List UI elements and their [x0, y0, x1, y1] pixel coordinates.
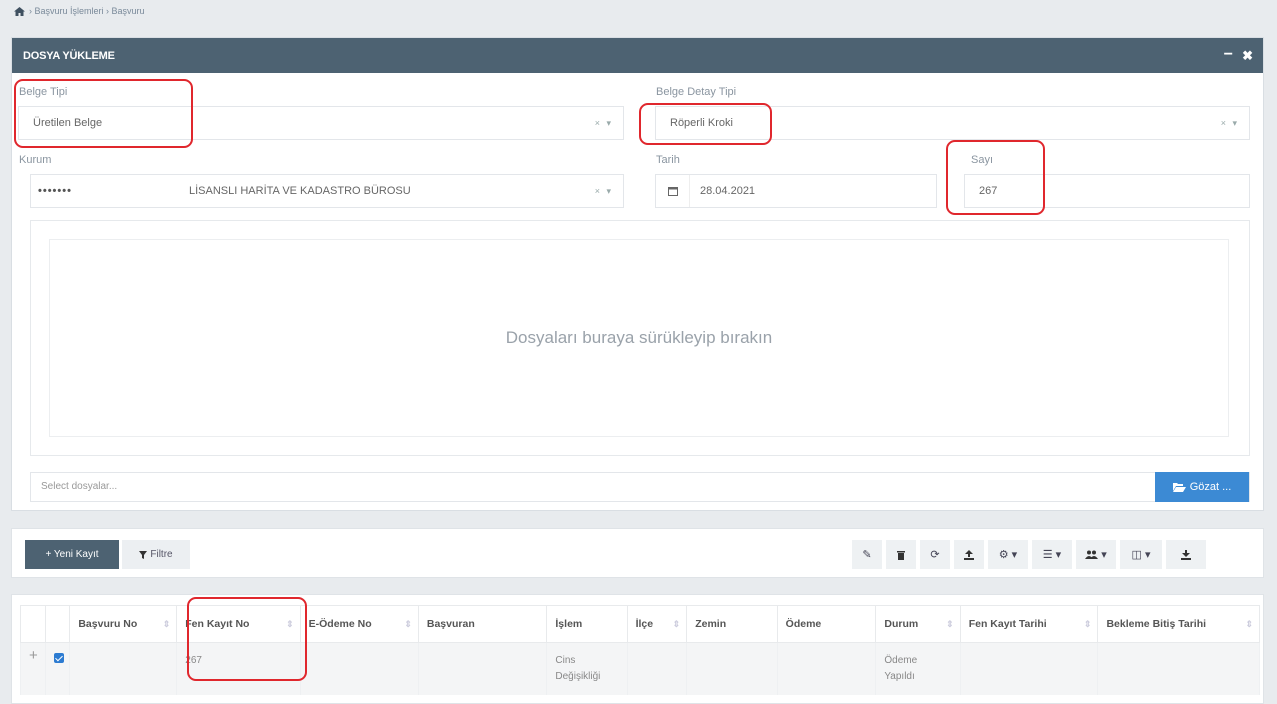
column-header[interactable]: İlçe ⇕ [626, 605, 688, 643]
tarih-input[interactable]: 28.04.2021 [655, 174, 937, 208]
columns-dropdown-icon[interactable]: ◫ ▾ [1120, 540, 1162, 569]
belge-detay-tipi-value: Röperli Kroki [670, 117, 733, 129]
records-table-container: Başvuru No ⇕ Fen Kayıt No ⇕ E-Ödeme No ⇕ Ba… [11, 594, 1264, 704]
tarih-value: 28.04.2021 [700, 185, 756, 197]
zemin-cell [686, 642, 778, 695]
column-header[interactable]: Fen Kayıt Tarihi ⇕ [959, 605, 1099, 643]
kurum-label: Kurum [19, 154, 52, 166]
file-select-placeholder: Select dosyalar... [41, 481, 118, 492]
column-header[interactable]: Başvuran [417, 605, 548, 643]
expand-row-icon[interactable]: + [20, 642, 46, 695]
kurum-value: LİSANSLI HARİTA VE KADASTRO BÜROSU [189, 185, 411, 197]
browse-button[interactable]: Gözat ... [1155, 472, 1249, 502]
dropzone[interactable]: Dosyaları buraya sürükleyip bırakın [30, 220, 1250, 456]
fen-kayit-no-cell: 267 [176, 642, 301, 695]
basvuran-cell [417, 642, 548, 695]
clear-dropdown-icon[interactable]: × ▾ [595, 118, 613, 129]
users-dropdown-icon[interactable]: ▾ [1076, 540, 1116, 569]
odeme-cell [776, 642, 877, 695]
browse-label: Gözat ... [1189, 481, 1232, 493]
column-header[interactable]: E-Ödeme No ⇕ [299, 605, 419, 643]
list-dropdown-icon[interactable]: ☰ ▾ [1032, 540, 1072, 569]
column-header[interactable]: Zemin [686, 605, 778, 643]
sayi-label: Sayı [971, 154, 994, 166]
column-header[interactable]: Durum ⇕ [875, 605, 961, 643]
belge-detay-tipi-select[interactable]: Röperli Kroki × ▾ [655, 106, 1250, 140]
breadcrumb-text[interactable]: › Başvuru İşlemleri › Başvuru [29, 6, 145, 16]
kurum-select[interactable]: ••••••• LİSANSLI HARİTA VE KADASTRO BÜRO… [30, 174, 624, 208]
clear-dropdown-icon[interactable]: × ▾ [595, 186, 613, 197]
upload-icon[interactable] [954, 540, 984, 569]
filter-button[interactable]: Filtre [122, 540, 190, 569]
fen-kayit-tarihi-cell [959, 642, 1099, 695]
pencil-icon[interactable]: ✎ [852, 540, 882, 569]
expand-col-header [20, 605, 46, 643]
records-table: Başvuru No ⇕ Fen Kayıt No ⇕ E-Ödeme No ⇕ Ba… [20, 605, 1260, 695]
tarih-label: Tarih [656, 154, 680, 166]
e-odeme-no-cell [299, 642, 419, 695]
kurum-masked-code: ••••••• [38, 185, 72, 197]
durum-cell: Ödeme Yapıldı [875, 642, 961, 695]
ilce-cell [626, 642, 688, 695]
belge-tipi-label: Belge Tipi [19, 86, 68, 98]
trash-icon[interactable] [886, 540, 916, 569]
sayi-input[interactable]: 267 [964, 174, 1250, 208]
file-select-bar[interactable]: Select dosyalar... Gözat ... [30, 472, 1250, 502]
column-header[interactable]: Başvuru No ⇕ [69, 605, 178, 643]
filter-label: Filtre [150, 549, 173, 560]
column-header[interactable]: Bekleme Bitiş Tarihi ⇕ [1097, 605, 1260, 643]
basvuru-no-cell [69, 642, 178, 695]
bekleme-bitis-tarihi-cell [1097, 642, 1260, 695]
select-col-header [44, 605, 71, 643]
close-icon[interactable]: ✖ [1242, 48, 1253, 64]
column-header[interactable]: Ödeme [776, 605, 877, 643]
grid-toolbar: + Yeni Kayıt Filtre ✎ ⟳ ⚙ ▾ ☰ ▾ ▾ ◫ ▾ [11, 528, 1264, 578]
panel-header: DOSYA YÜKLEME − ✖ [12, 38, 1263, 73]
sayi-value: 267 [979, 185, 998, 197]
belge-tipi-select[interactable]: Üretilen Belge × ▾ [18, 106, 624, 140]
file-upload-panel: DOSYA YÜKLEME − ✖ Belge Tipi Üretilen Be… [11, 37, 1264, 511]
column-header[interactable]: İşlem [546, 605, 628, 643]
clear-dropdown-icon[interactable]: × ▾ [1221, 118, 1239, 129]
column-header[interactable]: Fen Kayıt No ⇕ [176, 605, 301, 643]
row-checkbox[interactable] [53, 653, 64, 663]
dropzone-text: Dosyaları buraya sürükleyip bırakın [505, 328, 773, 347]
home-icon[interactable] [14, 6, 25, 16]
calendar-icon[interactable] [656, 175, 690, 207]
filter-icon [139, 550, 148, 559]
settings-dropdown-icon[interactable]: ⚙ ▾ [988, 540, 1028, 569]
islem-cell: Cins Değişikliği [546, 642, 628, 695]
download-icon[interactable] [1166, 540, 1206, 569]
table-header-row: Başvuru No ⇕ Fen Kayıt No ⇕ E-Ödeme No ⇕ Ba… [20, 605, 1260, 643]
belge-tipi-value: Üretilen Belge [33, 117, 103, 129]
table-row[interactable]: + 267 Cins Değişikliği Ödeme Yapıldı [20, 642, 1260, 695]
panel-title: DOSYA YÜKLEME [23, 50, 115, 62]
refresh-icon[interactable]: ⟳ [920, 540, 950, 569]
minimize-icon[interactable]: − [1224, 46, 1233, 64]
folder-open-icon [1172, 483, 1186, 492]
breadcrumb: › Başvuru İşlemleri › Başvuru [14, 6, 145, 16]
belge-detay-tipi-label: Belge Detay Tipi [656, 86, 737, 98]
new-record-button[interactable]: + Yeni Kayıt [25, 540, 119, 569]
row-checkbox-cell[interactable] [44, 642, 71, 695]
dropzone-inner[interactable]: Dosyaları buraya sürükleyip bırakın [49, 239, 1229, 437]
